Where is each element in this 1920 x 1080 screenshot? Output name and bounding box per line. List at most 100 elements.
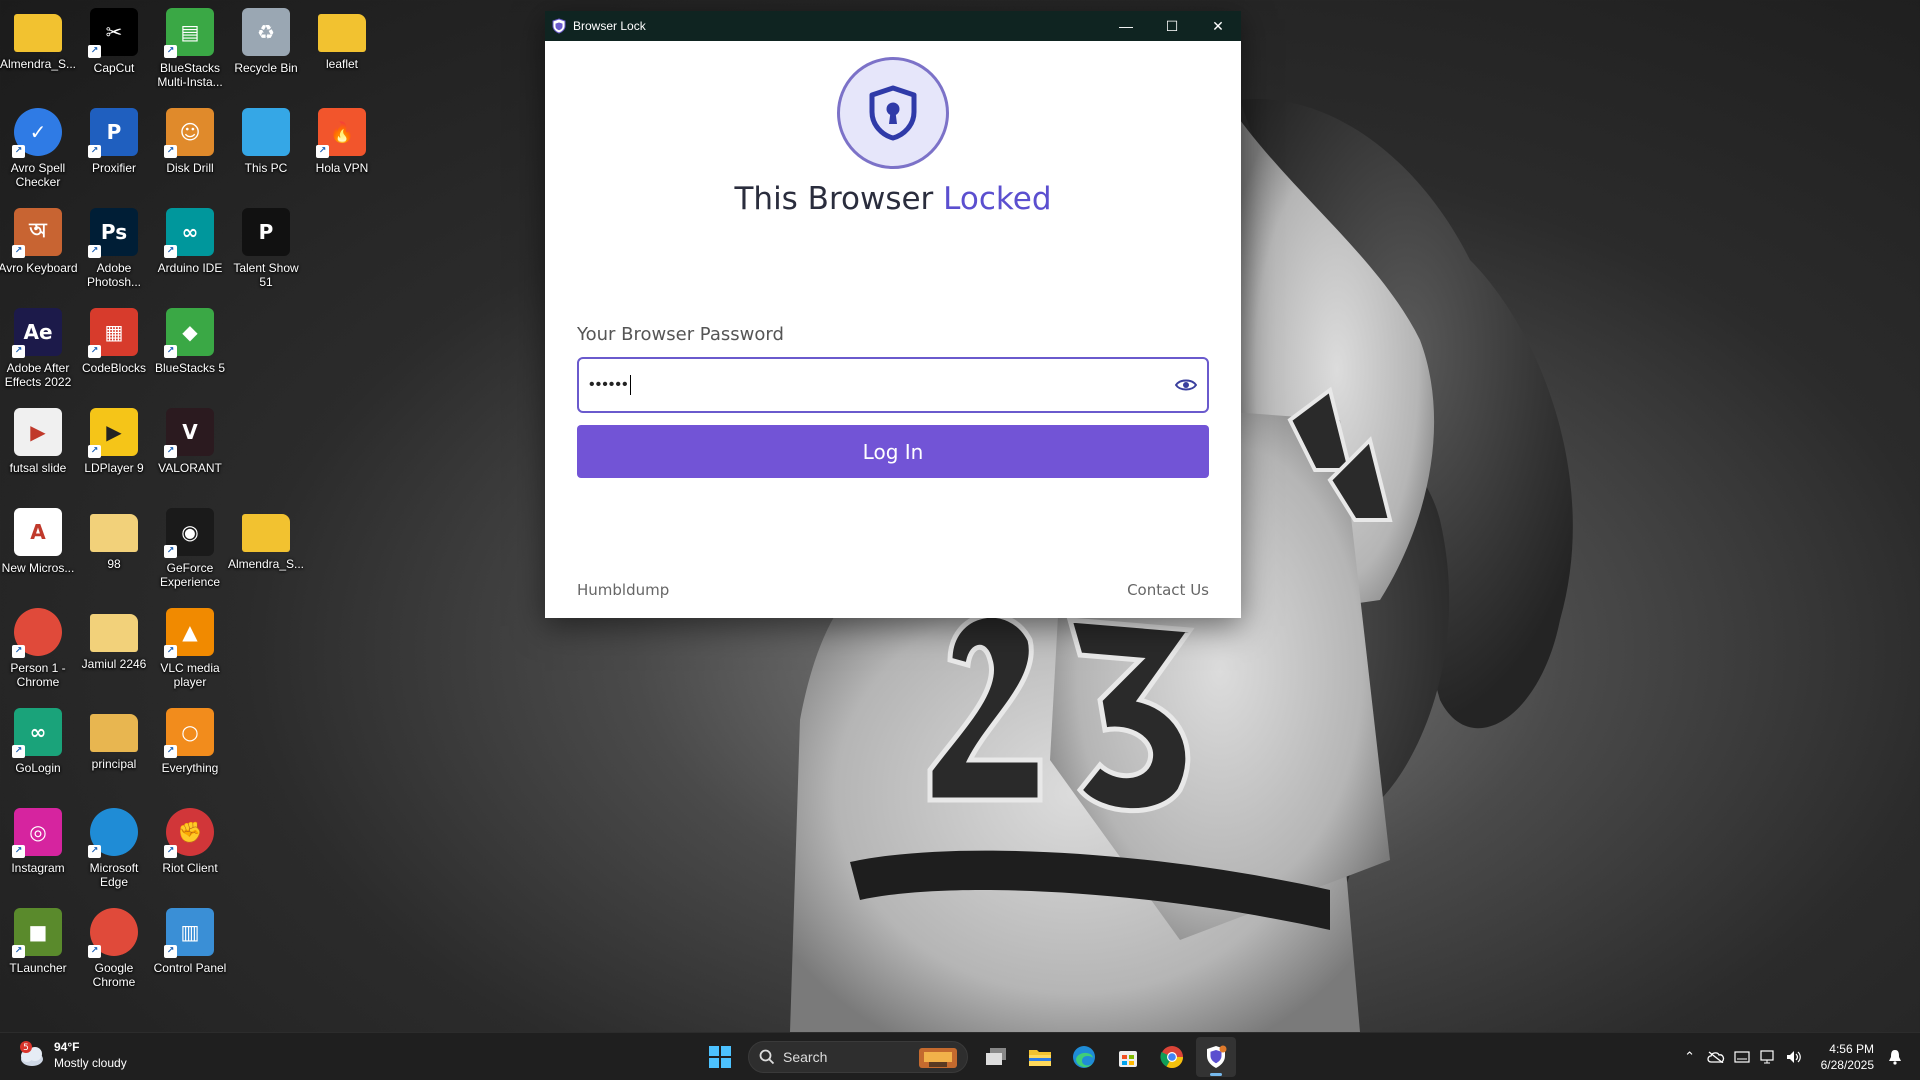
desktop-icon-label: Instagram	[11, 861, 65, 875]
desktop-icon[interactable]: P ↗ Proxifier	[76, 104, 152, 200]
volume-icon[interactable]	[1781, 1044, 1807, 1070]
desktop-icon[interactable]: Ae ↗ Adobe After Effects 2022	[0, 304, 76, 400]
windows-icon	[709, 1046, 731, 1068]
desktop-icon[interactable]: Jamiul 2246	[76, 604, 152, 700]
clock[interactable]: 4:56 PM 6/28/2025	[1821, 1041, 1874, 1073]
login-button[interactable]: Log In	[577, 425, 1209, 478]
desktop-icon-label: Control Panel	[153, 961, 227, 975]
contact-us-link[interactable]: Contact Us	[1127, 581, 1209, 599]
desktop-icon-label: New Micros...	[1, 561, 75, 575]
desktop-icon-label: Riot Client	[162, 861, 218, 875]
chevron-up-icon[interactable]: ⌃	[1677, 1044, 1703, 1070]
system-tray: ⌃ 4:56 PM 6/28/2025	[1677, 1033, 1920, 1080]
clock-date: 6/28/2025	[1820, 1058, 1874, 1072]
desktop-icon[interactable]: ✓ ↗ Avro Spell Checker	[0, 104, 76, 200]
search-placeholder: Search	[783, 1049, 828, 1065]
desktop-icon[interactable]: ■ ↗ TLauncher	[0, 904, 76, 1000]
shortcut-arrow-icon: ↗	[88, 445, 101, 458]
shortcut-arrow-icon: ↗	[164, 745, 177, 758]
close-button[interactable]: ✕	[1195, 11, 1241, 41]
desktop-icon-label: TLauncher	[9, 961, 67, 975]
window-titlebar[interactable]: Browser Lock — ☐ ✕	[545, 11, 1241, 41]
geforce-icon: ◉ ↗	[164, 508, 214, 558]
shortcut-arrow-icon: ↗	[164, 545, 177, 558]
desktop-icon-label: VLC media player	[160, 661, 220, 689]
desktop-icon[interactable]: 🔥 ↗ Hola VPN	[304, 104, 380, 200]
desktop-icon[interactable]: Almendra_S...	[228, 504, 304, 600]
minimize-button[interactable]: —	[1103, 11, 1149, 41]
desktop-icon[interactable]: ◆ ↗ BlueStacks 5	[152, 304, 228, 400]
vlc-icon: ▲ ↗	[164, 608, 214, 658]
desktop-icon[interactable]: Almendra_S...	[0, 4, 76, 100]
file-explorer-button[interactable]	[1020, 1037, 1060, 1077]
desktop-icon-label: CapCut	[93, 61, 135, 75]
desktop-icon[interactable]: ▲ ↗ VLC media player	[152, 604, 228, 700]
desktop-icon-label: futsal slide	[9, 461, 67, 475]
tlauncher-icon: ■ ↗	[12, 908, 62, 958]
humbldump-link[interactable]: Humbldump	[577, 581, 669, 599]
desktop-icon[interactable]: ▤ ↗ BlueStacks Multi-Insta...	[152, 4, 228, 100]
desktop-icon[interactable]: principal	[76, 704, 152, 800]
window-body: This Browser Locked Your Browser Passwor…	[545, 41, 1241, 618]
proxifier-icon: P ↗	[88, 108, 138, 158]
desktop-icon[interactable]: ↗ Microsoft Edge	[76, 804, 152, 900]
desktop-icon-label: Google Chrome	[92, 961, 136, 989]
weather-badge: 5	[23, 1043, 29, 1053]
desktop-icon[interactable]: leaflet	[304, 4, 380, 100]
hola-vpn-icon: 🔥 ↗	[316, 108, 366, 158]
desktop-icon[interactable]: A New Micros...	[0, 504, 76, 600]
desktop-icon[interactable]: ✂ ↗ CapCut	[76, 4, 152, 100]
desktop-icon[interactable]: ↗ Google Chrome	[76, 904, 152, 1000]
desktop-icon[interactable]: ☺ ↗ Disk Drill	[152, 104, 228, 200]
desktop-icon-label: GoLogin	[15, 761, 61, 775]
desktop-icon[interactable]: V ↗ VALORANT	[152, 404, 228, 500]
desktop-icon[interactable]: This PC	[228, 104, 304, 200]
desktop-icon[interactable]: ▥ ↗ Control Panel	[152, 904, 228, 1000]
desktop-icon[interactable]: অ ↗ Avro Keyboard	[0, 204, 78, 300]
eye-icon[interactable]	[1175, 374, 1197, 396]
desktop-icon[interactable]: ▦ ↗ CodeBlocks	[76, 304, 152, 400]
desktop-icon[interactable]: ◉ ↗ GeForce Experience	[152, 504, 228, 600]
onedrive-icon[interactable]	[1703, 1044, 1729, 1070]
desktop-icon-label: BlueStacks 5	[154, 361, 226, 375]
desktop-icon[interactable]: P Talent Show 51	[228, 204, 304, 300]
start-button[interactable]	[700, 1037, 740, 1077]
desktop-icon-label: 98	[107, 557, 121, 571]
task-view-button[interactable]	[976, 1037, 1016, 1077]
edge-button[interactable]	[1064, 1037, 1104, 1077]
desktop-icon[interactable]: ◎ ↗ Instagram	[0, 804, 76, 900]
weather-widget[interactable]: 5 94°F Mostly cloudy	[16, 1039, 127, 1071]
password-field[interactable]: ••••••	[577, 357, 1209, 413]
video-file-icon: ▶	[14, 408, 62, 456]
desktop-icon[interactable]: ▶ ↗ LDPlayer 9	[76, 404, 152, 500]
desktop-icon-label: Talent Show 51	[233, 261, 299, 289]
store-button[interactable]	[1108, 1037, 1148, 1077]
desktop-icon[interactable]: ▶ futsal slide	[0, 404, 76, 500]
browser-lock-taskbar-button[interactable]	[1196, 1037, 1236, 1077]
ldplayer-icon: ▶ ↗	[88, 408, 138, 458]
notification-bell-icon[interactable]	[1882, 1044, 1908, 1070]
desktop-icon[interactable]: Ps ↗ Adobe Photosh...	[76, 204, 152, 300]
taskbar-search[interactable]: Search	[748, 1041, 968, 1073]
search-icon	[759, 1049, 775, 1065]
chrome-button[interactable]	[1152, 1037, 1192, 1077]
desktop-icon-label: VALORANT	[158, 461, 222, 475]
keyboard-icon[interactable]	[1729, 1044, 1755, 1070]
desktop-icon-label: Microsoft Edge	[89, 861, 139, 889]
powerpoint-file-icon: P	[242, 208, 290, 256]
desktop-icon-label: principal	[91, 757, 137, 771]
desktop-icon[interactable]: 98	[76, 504, 152, 600]
desktop-icon[interactable]: ∞ ↗ Arduino IDE	[152, 204, 228, 300]
desktop-icon-label: Disk Drill	[166, 161, 214, 175]
desktop-icon-label: Adobe After Effects 2022	[4, 361, 72, 389]
desktop-icon[interactable]: ↗ Person 1 - Chrome	[0, 604, 76, 700]
maximize-button[interactable]: ☐	[1149, 11, 1195, 41]
avro-spell-icon: ✓ ↗	[12, 108, 62, 158]
desktop-icon[interactable]: ♻ Recycle Bin	[228, 4, 304, 100]
desktop-icon-label: Everything	[161, 761, 219, 775]
desktop-icon[interactable]: ○ ↗ Everything	[152, 704, 228, 800]
password-value: ••••••	[589, 376, 629, 393]
desktop-icon[interactable]: ∞ ↗ GoLogin	[0, 704, 76, 800]
desktop-icon[interactable]: ✊ ↗ Riot Client	[152, 804, 228, 900]
network-icon[interactable]	[1755, 1044, 1781, 1070]
